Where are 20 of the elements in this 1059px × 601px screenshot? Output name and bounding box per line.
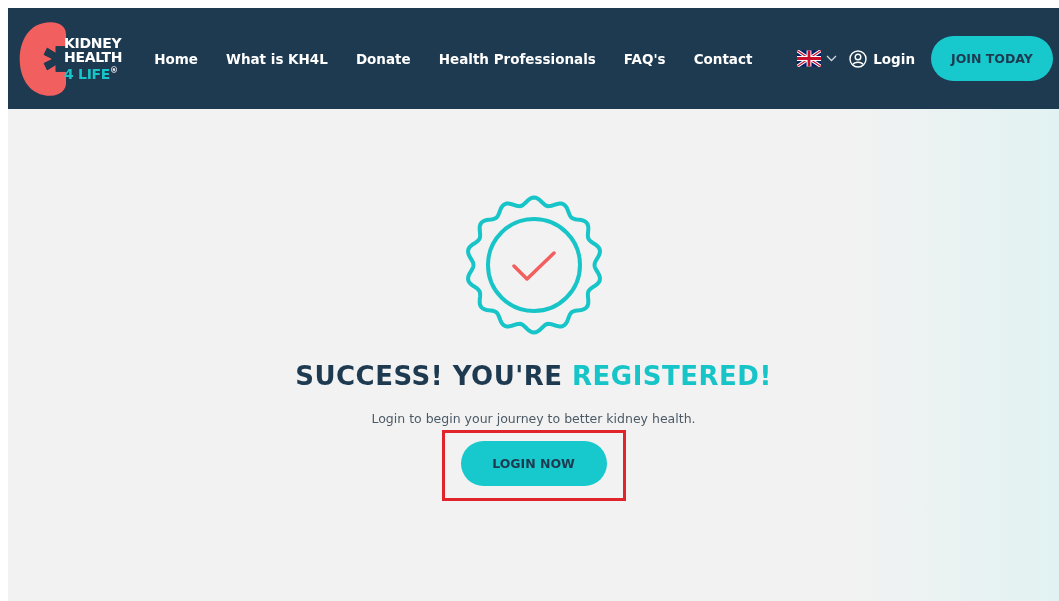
logo-text: KIDNEY — [64, 36, 123, 51]
success-headline: SUCCESS! YOU'RE REGISTERED! — [295, 361, 772, 391]
login-now-button[interactable]: LOGIN NOW — [460, 441, 607, 486]
logo[interactable]: KIDNEY HEALTH 4 LIFE$^{®}$ — [18, 19, 123, 98]
login-link[interactable]: Login — [849, 49, 915, 68]
nav-link[interactable]: Donate — [355, 50, 411, 67]
language-selector[interactable] — [797, 50, 838, 67]
nav-link[interactable]: Contact — [693, 50, 753, 67]
uk-flag-icon — [797, 50, 822, 67]
logo-text: HEALTH — [64, 50, 123, 65]
nav-link[interactable]: Home — [154, 50, 198, 67]
nav-link[interactable]: FAQ's — [623, 50, 666, 67]
subtitle-text: Login to begin your journey to better kidney health. — [371, 411, 696, 426]
user-icon — [849, 49, 868, 68]
logo-text: 4 LIFE$^{®}$ — [64, 64, 119, 81]
checkmark-seal-icon — [463, 195, 604, 335]
nav-link[interactable]: What is KH4L — [226, 50, 328, 67]
nav-link[interactable]: Health Professionals — [438, 50, 596, 67]
join-today-button[interactable]: JOIN TODAY — [931, 36, 1053, 81]
chevron-down-icon — [826, 55, 838, 62]
